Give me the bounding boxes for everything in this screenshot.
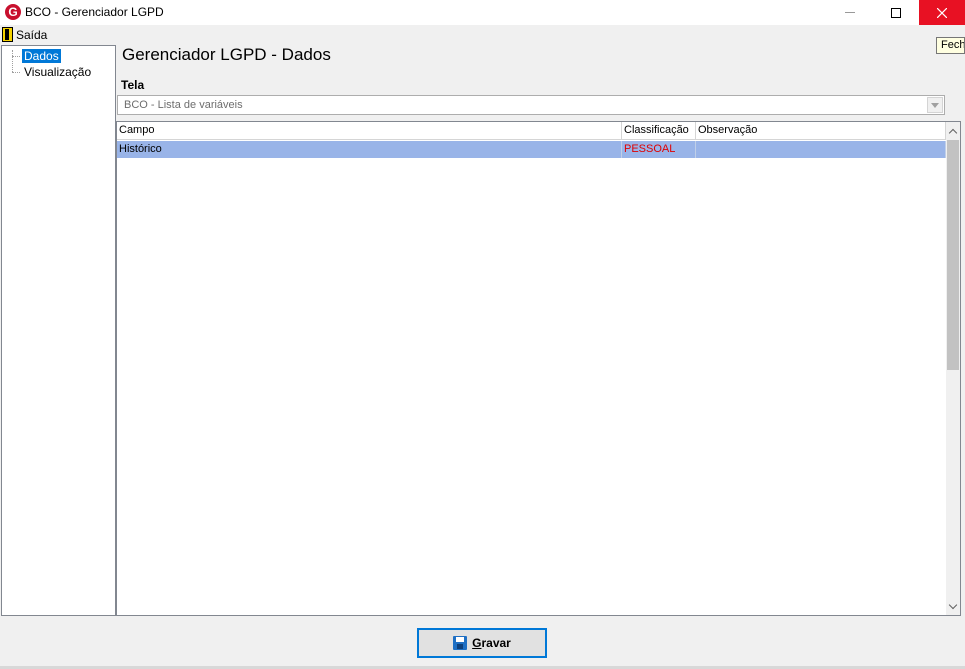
exit-menu-label: Saída [16,27,48,42]
tela-select[interactable]: BCO - Lista de variáveis [117,95,945,115]
close-button[interactable] [919,0,965,25]
vertical-scrollbar[interactable] [946,122,960,615]
tree-item-visualizacao[interactable]: Visualização [22,65,93,79]
tree-item-dados[interactable]: Dados [22,49,61,63]
grid-header: Campo Classificação Observação [117,122,946,140]
window-title: BCO - Gerenciador LGPD [25,5,164,19]
navigation-tree[interactable]: Dados Visualização [1,45,116,616]
app-logo-icon: G [5,4,21,20]
scrollbar-thumb[interactable] [947,140,959,370]
door-exit-icon [2,27,13,42]
cell-campo[interactable]: Histórico [117,141,622,158]
title-bar: G BCO - Gerenciador LGPD [0,0,965,25]
chevron-up-icon [948,128,958,137]
menu-bar: Saída [0,25,965,44]
minimize-icon [845,12,855,13]
maximize-icon [891,7,901,18]
data-grid[interactable]: Campo Classificação Observação Histórico… [116,121,961,616]
table-row[interactable]: Histórico PESSOAL [117,141,946,158]
column-header-campo[interactable]: Campo [117,122,622,139]
close-icon [937,7,947,18]
tooltip: Fech [936,37,965,54]
cell-observacao[interactable] [696,141,946,158]
tela-select-value: BCO - Lista de variáveis [124,99,243,111]
column-header-observacao[interactable]: Observação [696,122,946,139]
tree-connector [12,50,13,72]
minimize-button[interactable] [827,0,873,25]
scroll-down-button[interactable] [946,598,960,615]
chevron-down-icon [948,600,958,609]
save-button[interactable]: Gravar [417,628,547,658]
exit-menu-item[interactable]: Saída [2,26,47,43]
save-button-label: Gravar [472,636,511,650]
tela-label: Tela [121,78,145,92]
tela-select-dropdown-button[interactable] [927,97,943,113]
page-title: Gerenciador LGPD - Dados [122,45,331,64]
floppy-disk-icon [453,636,468,650]
cell-classificacao[interactable]: PESSOAL [622,141,696,158]
scroll-up-button[interactable] [946,122,960,139]
tree-connector [12,56,20,57]
column-header-classificacao[interactable]: Classificação [622,122,696,139]
chevron-down-icon [931,102,939,108]
tree-connector [12,72,20,73]
maximize-button[interactable] [873,0,919,25]
